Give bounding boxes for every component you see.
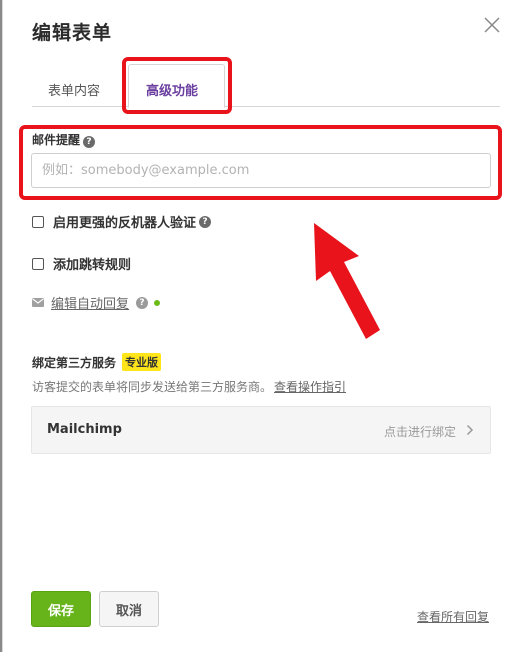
jump-rule-option: 添加跳转规则 [32, 254, 131, 273]
status-dot [154, 299, 161, 306]
tabs-divider [32, 106, 500, 107]
annotation-highlight-tab [122, 57, 232, 114]
annotation-arrow-icon [314, 223, 380, 339]
third-party-title: 绑定第三方服务 [32, 355, 117, 370]
save-button[interactable]: 保存 [31, 591, 91, 627]
captcha-checkbox[interactable] [32, 215, 44, 228]
help-icon[interactable]: ? [136, 296, 149, 309]
view-all-replies-link[interactable]: 查看所有回复 [417, 608, 489, 625]
pro-badge: 专业版 [122, 353, 162, 371]
mailchimp-name: Mailchimp [47, 422, 122, 437]
mail-icon [32, 298, 44, 307]
help-icon[interactable]: ? [199, 215, 212, 228]
mailchimp-bind-action: 点击进行绑定 [383, 425, 456, 439]
tab-form-content[interactable]: 表单内容 [48, 80, 100, 99]
edit-auto-reply-link[interactable]: 编辑自动回复 [51, 293, 129, 312]
auto-reply-row: 编辑自动回复 ? [32, 293, 161, 312]
guide-link[interactable]: 查看操作指引 [274, 380, 346, 394]
edit-form-dialog: 编辑表单 表单内容 高级功能 邮件提醒? 启用更强的反机器人验证? 添加跳转规则… [0, 0, 521, 652]
third-party-description-row: 访客提交的表单将同步发送给第三方服务商。 查看操作指引 [32, 378, 346, 395]
chevron-right-icon [466, 424, 474, 436]
captcha-option: 启用更强的反机器人验证? [32, 212, 212, 231]
third-party-description: 访客提交的表单将同步发送给第三方服务商。 [32, 380, 273, 394]
captcha-label: 启用更强的反机器人验证 [53, 216, 197, 231]
third-party-title-row: 绑定第三方服务 专业版 [32, 353, 162, 371]
dialog-title: 编辑表单 [32, 22, 113, 44]
mailchimp-card[interactable]: Mailchimp 点击进行绑定 [31, 406, 491, 454]
annotation-highlight-email [19, 125, 502, 200]
close-icon[interactable] [482, 15, 502, 35]
cancel-button[interactable]: 取消 [99, 591, 159, 627]
jump-rule-label: 添加跳转规则 [53, 258, 132, 273]
jump-rule-checkbox[interactable] [32, 257, 44, 270]
